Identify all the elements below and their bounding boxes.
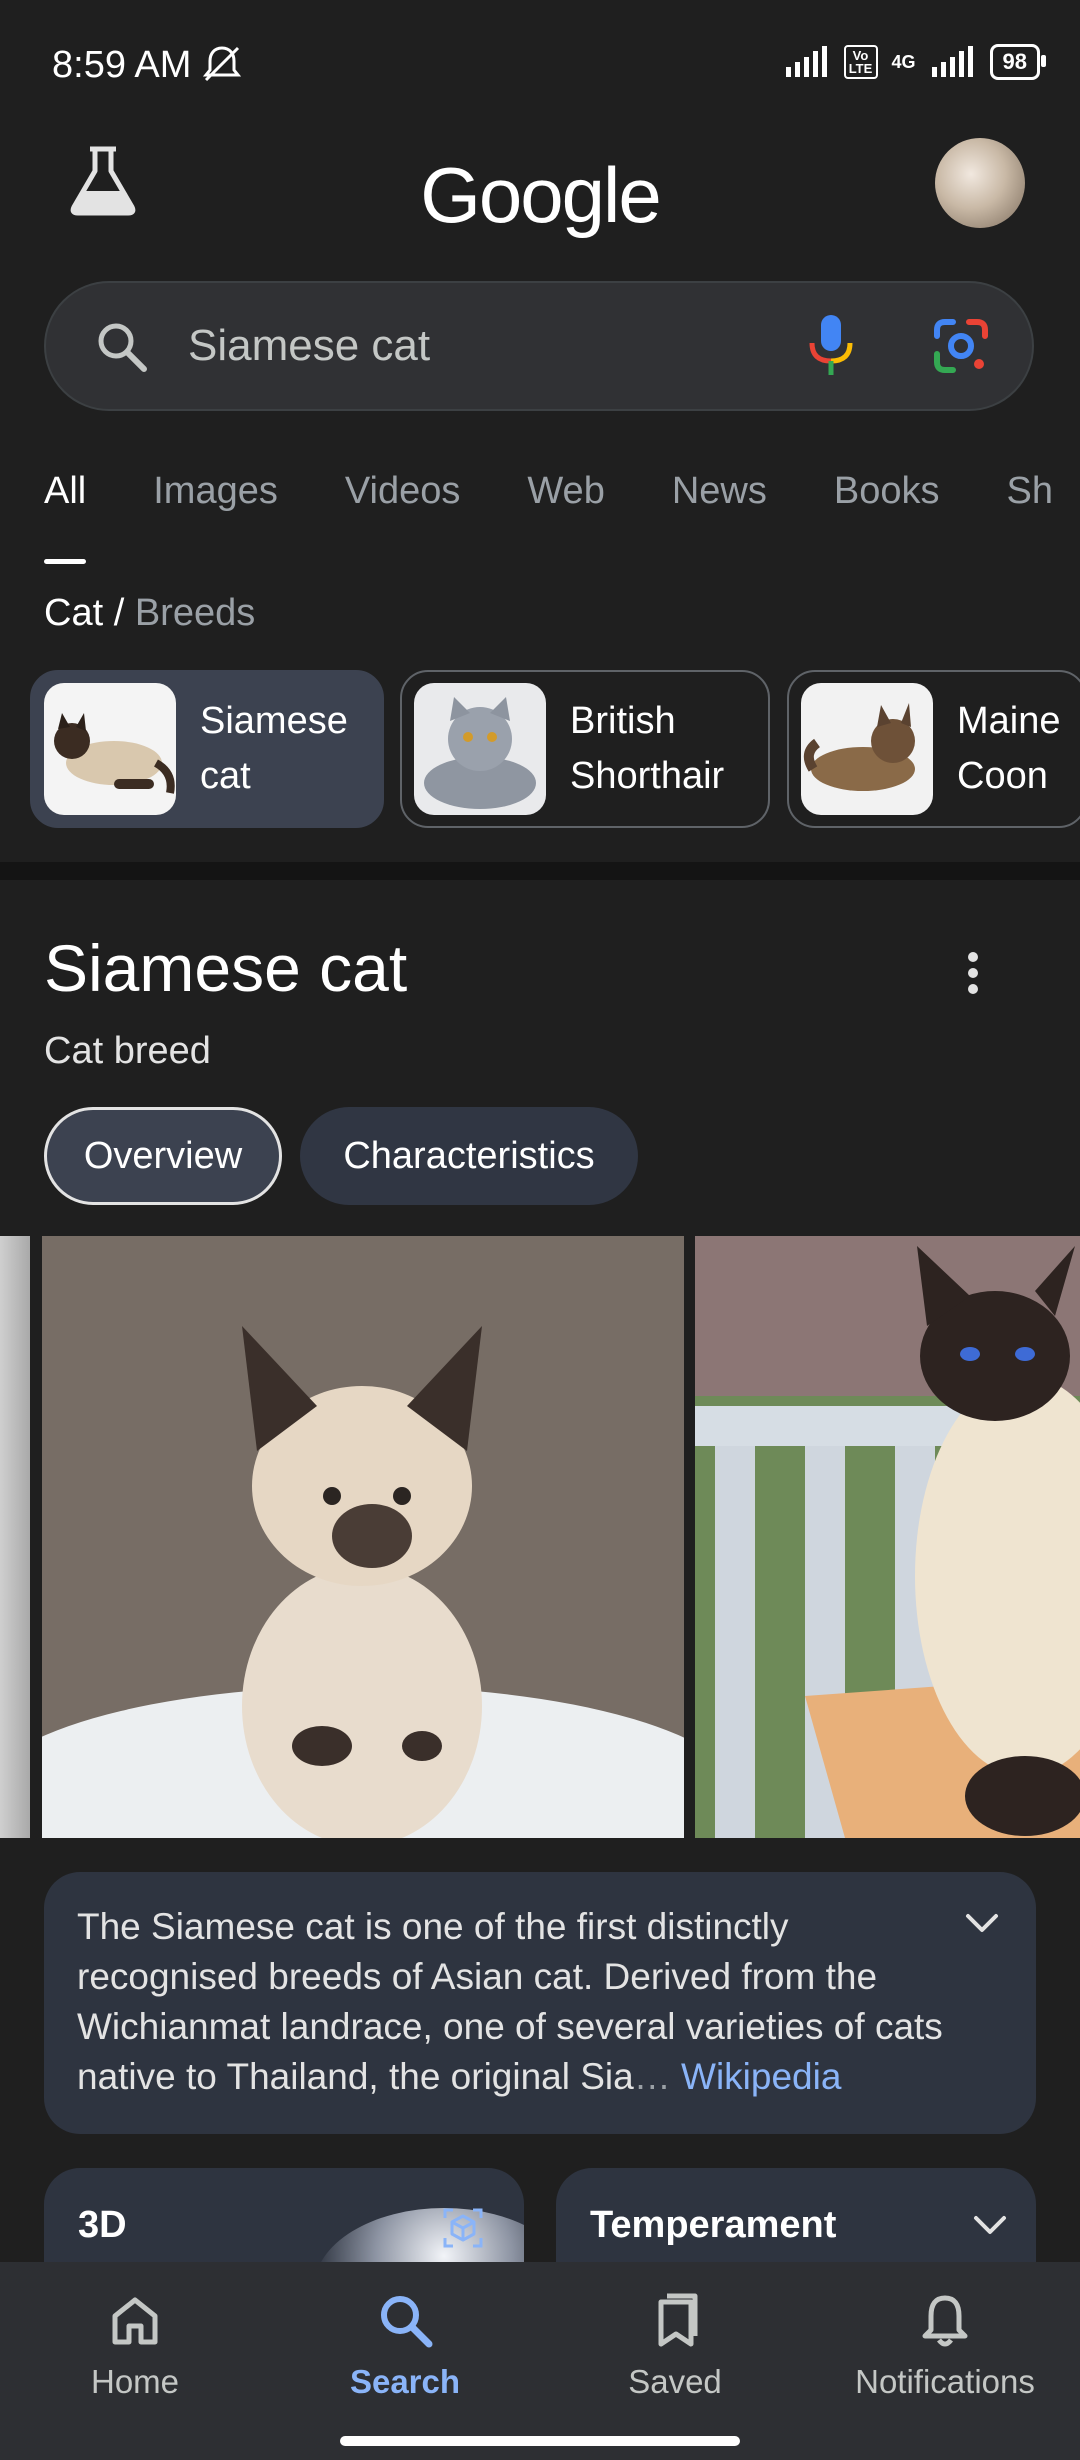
more-options-icon[interactable] bbox=[960, 950, 986, 1001]
breed-name-line1: Siamese bbox=[200, 700, 348, 742]
card-temperament-label: Temperament bbox=[590, 2204, 837, 2246]
nav-home[interactable]: Home bbox=[0, 2290, 270, 2401]
search-icon bbox=[381, 2296, 433, 2348]
siamese-adult-image[interactable] bbox=[695, 1236, 1080, 1838]
tab-web[interactable]: Web bbox=[527, 470, 604, 540]
battery-indicator: 98 bbox=[989, 44, 1047, 80]
chevron-down-icon[interactable] bbox=[964, 1912, 1000, 1941]
gesture-home-indicator[interactable] bbox=[340, 2436, 740, 2446]
network-type: 4G bbox=[891, 52, 916, 72]
nav-home-label: Home bbox=[90, 2363, 180, 2400]
card-3d-label: 3D bbox=[78, 2204, 127, 2246]
entity-subtitle: Cat breed bbox=[44, 1030, 211, 1072]
breadcrumb-parent[interactable]: Cat bbox=[44, 592, 103, 634]
3d-view-icon[interactable] bbox=[439, 2204, 487, 2257]
tab-overview[interactable]: Overview bbox=[44, 1107, 282, 1205]
tab-characteristics[interactable]: Characteristics bbox=[300, 1107, 638, 1205]
breadcrumb-current: Breeds bbox=[134, 592, 256, 634]
breed-name-line2: cat bbox=[200, 755, 251, 797]
google-lens-icon[interactable] bbox=[931, 316, 991, 381]
tab-videos[interactable]: Videos bbox=[345, 470, 461, 540]
breed-name-line2: Coon bbox=[957, 755, 1048, 797]
google-logo[interactable]: Google bbox=[0, 150, 1080, 241]
section-divider bbox=[0, 862, 1080, 880]
tab-shopping[interactable]: Sh bbox=[1006, 470, 1052, 540]
breed-chip-british-shorthair[interactable]: British Shorthair bbox=[400, 670, 770, 828]
battery-level: 98 bbox=[1002, 49, 1027, 74]
nav-saved[interactable]: Saved bbox=[540, 2290, 810, 2401]
signal-icon bbox=[785, 46, 827, 77]
breadcrumb: Cat / Breeds bbox=[44, 592, 255, 635]
volte-badge: Vo LTE bbox=[843, 45, 878, 79]
nav-notifications[interactable]: Notifications bbox=[810, 2290, 1080, 2401]
tab-books[interactable]: Books bbox=[834, 470, 940, 540]
status-bar: 8:59 AM Vo LTE 4G 98 bbox=[0, 0, 1080, 130]
breadcrumb-separator: / bbox=[113, 592, 125, 634]
breed-name-line1: British bbox=[570, 700, 676, 742]
tab-images[interactable]: Images bbox=[153, 470, 278, 540]
voice-search-mic-icon[interactable] bbox=[806, 313, 856, 384]
breed-chip-label: British Shorthair bbox=[570, 694, 724, 804]
image-prev-partial[interactable] bbox=[0, 1236, 30, 1838]
breed-chip-label: Maine Coon bbox=[957, 694, 1061, 804]
maine-coon-thumbnail bbox=[801, 683, 933, 815]
status-time: 8:59 AM bbox=[52, 44, 192, 86]
description-ellipsis: … bbox=[633, 2056, 671, 2097]
nav-search[interactable]: Search bbox=[270, 2290, 540, 2401]
home-icon bbox=[112, 2297, 158, 2345]
breed-chip-siamese[interactable]: Siamese cat bbox=[30, 670, 384, 828]
mute-icon bbox=[200, 44, 244, 89]
signal-icon-2 bbox=[931, 46, 973, 77]
british-shorthair-thumbnail bbox=[414, 683, 546, 815]
nav-notifications-label: Notifications bbox=[855, 2363, 1035, 2400]
entity-title: Siamese cat bbox=[44, 931, 408, 1005]
breed-name-line1: Maine bbox=[957, 700, 1061, 742]
bookmarks-icon bbox=[658, 2293, 698, 2347]
tab-news[interactable]: News bbox=[672, 470, 767, 540]
description-card[interactable]: The Siamese cat is one of the first dist… bbox=[44, 1872, 1036, 2134]
search-box[interactable]: Siamese cat bbox=[44, 281, 1034, 411]
search-input[interactable]: Siamese cat bbox=[188, 321, 430, 371]
wikipedia-link[interactable]: Wikipedia bbox=[681, 2056, 841, 2097]
status-icons: Vo LTE 4G 98 bbox=[784, 44, 1047, 80]
search-tabs: All Images Videos Web News Books Sh bbox=[44, 470, 1080, 564]
siamese-thumbnail bbox=[44, 683, 176, 815]
bottom-navigation: Home Search Saved Notifications bbox=[0, 2262, 1080, 2460]
breed-chip-maine-coon[interactable]: Maine Coon bbox=[787, 670, 1080, 828]
siamese-kitten-image[interactable] bbox=[42, 1236, 684, 1838]
account-avatar[interactable] bbox=[935, 138, 1025, 228]
nav-saved-label: Saved bbox=[628, 2363, 722, 2400]
breed-name-line2: Shorthair bbox=[570, 755, 725, 797]
nav-search-label: Search bbox=[349, 2363, 461, 2400]
description-text: The Siamese cat is one of the first dist… bbox=[77, 1902, 957, 2102]
tab-all[interactable]: All bbox=[44, 470, 87, 564]
bell-icon bbox=[922, 2295, 968, 2347]
breed-chip-label: Siamese cat bbox=[200, 694, 348, 804]
chevron-down-icon[interactable] bbox=[972, 2214, 1008, 2243]
search-icon bbox=[94, 319, 150, 380]
